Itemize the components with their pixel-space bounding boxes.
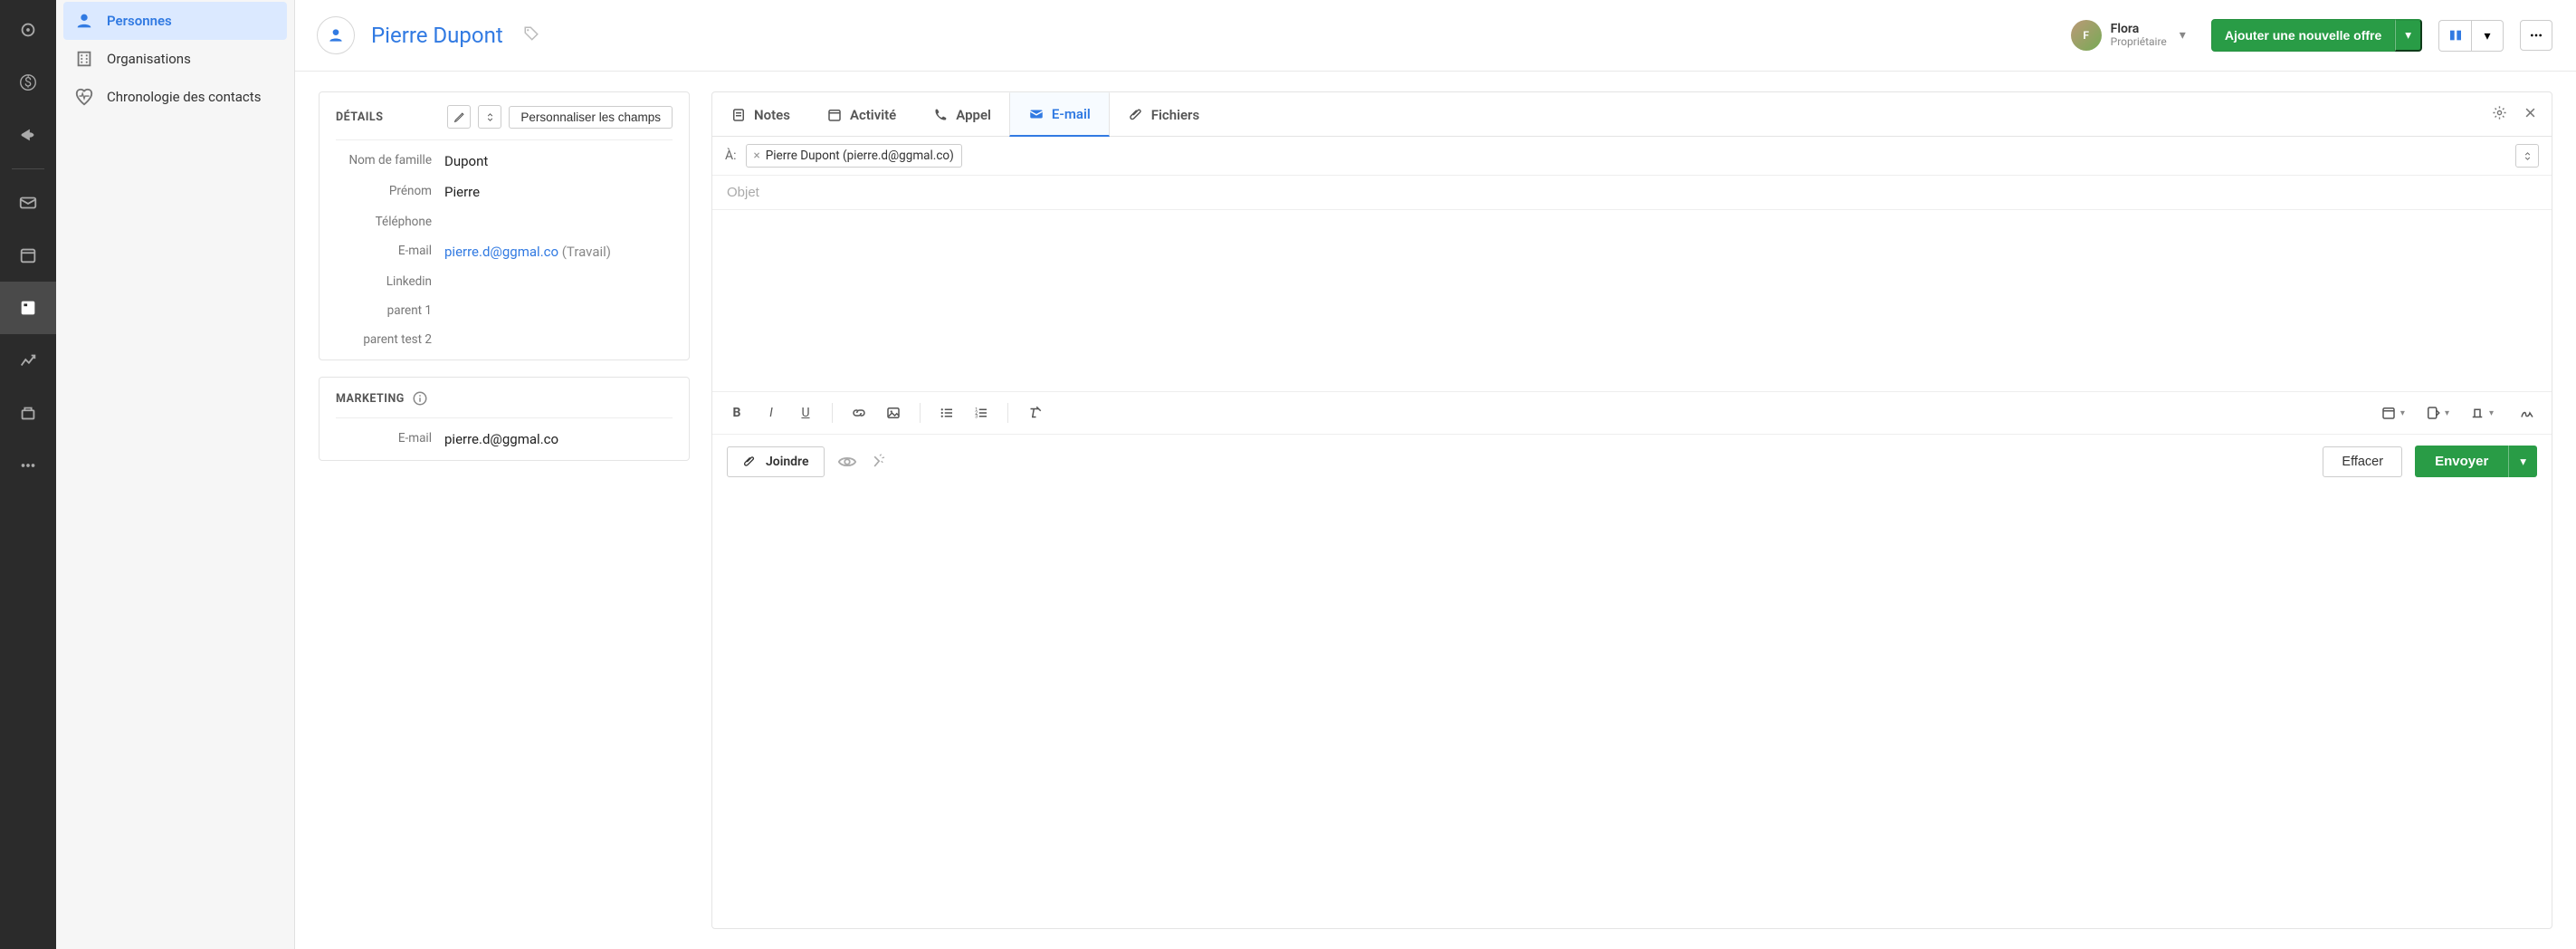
email-to-row: À: × Pierre Dupont (pierre.d@ggmal.co)	[712, 137, 2552, 176]
send-dropdown-button[interactable]: ▾	[2508, 446, 2537, 477]
settings-icon[interactable]	[2492, 105, 2507, 124]
tracking-icon[interactable]	[870, 452, 890, 472]
tab-files[interactable]: Fichiers	[1110, 92, 1217, 136]
owner-avatar: F	[2071, 20, 2102, 51]
person-header: Pierre Dupont F Flora Propriétaire ▾ Ajo…	[295, 0, 2576, 72]
mail-icon	[1028, 106, 1045, 122]
edit-details-button[interactable]	[447, 105, 471, 129]
rail-leads-icon[interactable]	[0, 4, 56, 56]
attach-button[interactable]: Joindre	[727, 446, 825, 477]
sidebar-item-label: Personnes	[107, 13, 172, 29]
sidebar: Personnes Organisations Chronologie des …	[56, 0, 295, 949]
calendar-icon	[826, 107, 843, 123]
paperclip-icon	[1128, 107, 1144, 123]
field-lastname: Nom de famille Dupont	[320, 146, 689, 177]
building-icon	[74, 49, 94, 69]
details-panel: DÉTAILS Personnaliser les champs Nom de …	[319, 91, 690, 360]
ordered-list-button[interactable]: 123	[968, 399, 995, 427]
remove-recipient-icon[interactable]: ×	[754, 149, 760, 163]
tag-icon[interactable]	[523, 25, 539, 45]
field-email: E-mail pierre.d@ggmal.co (Travail)	[320, 236, 689, 267]
field-firstname: Prénom Pierre	[320, 177, 689, 207]
underline-button[interactable]: U	[792, 399, 819, 427]
heartbeat-icon	[74, 87, 94, 107]
details-title: DÉTAILS	[336, 110, 383, 124]
format-toolbar: B I U 123	[712, 391, 2552, 434]
icon-rail: $	[0, 0, 56, 949]
more-actions-button[interactable]	[2520, 20, 2552, 51]
svg-text:$: $	[24, 74, 32, 91]
activity-panel: Notes Activité Appel E-mail	[711, 91, 2552, 929]
owner-selector[interactable]: F Flora Propriétaire ▾	[2071, 20, 2186, 51]
rail-mail-icon[interactable]	[0, 177, 56, 229]
recipient-chip[interactable]: × Pierre Dupont (pierre.d@ggmal.co)	[746, 144, 962, 168]
expand-recipients-button[interactable]	[2515, 144, 2539, 168]
recipient-text: Pierre Dupont (pierre.d@ggmal.co)	[766, 149, 954, 163]
person-icon	[74, 11, 94, 31]
sidebar-item-organizations[interactable]: Organisations	[63, 40, 287, 78]
font-button[interactable]: ▾	[2469, 405, 2494, 421]
signature-button[interactable]	[2514, 399, 2541, 427]
customize-fields-button[interactable]: Personnaliser les champs	[509, 106, 673, 129]
sidebar-item-label: Chronologie des contacts	[107, 89, 261, 105]
bullet-list-button[interactable]	[933, 399, 960, 427]
add-deal-dropdown-button[interactable]: ▾	[2395, 19, 2422, 52]
field-phone: Téléphone	[320, 207, 689, 236]
add-deal-button[interactable]: Ajouter une nouvelle offre	[2211, 19, 2395, 52]
tab-activity[interactable]: Activité	[808, 92, 914, 136]
rail-campaigns-icon[interactable]	[0, 109, 56, 161]
rail-deals-icon[interactable]: $	[0, 56, 56, 109]
schedule-button[interactable]: ▾	[2380, 405, 2405, 421]
layout-dropdown-button[interactable]: ▾	[2471, 20, 2504, 52]
rail-contacts-icon[interactable]	[0, 282, 56, 334]
tab-call[interactable]: Appel	[914, 92, 1009, 136]
field-parent1: parent 1	[320, 296, 689, 325]
marketing-title: MARKETING	[336, 392, 405, 406]
phone-icon	[932, 107, 949, 123]
compose-footer: Joindre Effacer Envoyer ▾	[712, 434, 2552, 488]
paperclip-icon	[742, 455, 757, 469]
subject-row	[712, 176, 2552, 210]
send-button[interactable]: Envoyer	[2415, 446, 2508, 477]
layout-columns-button[interactable]	[2438, 20, 2471, 52]
person-avatar	[317, 16, 355, 54]
rail-calendar-icon[interactable]	[0, 229, 56, 282]
field-parent-test-2: parent test 2	[320, 325, 689, 359]
page-title[interactable]: Pierre Dupont	[371, 23, 503, 48]
sidebar-item-label: Organisations	[107, 51, 191, 67]
tab-email[interactable]: E-mail	[1009, 92, 1110, 137]
field-email-link: pierre.d@ggmal.co	[444, 244, 558, 260]
italic-button[interactable]: I	[758, 399, 785, 427]
owner-role: Propriétaire	[2111, 36, 2167, 49]
marketing-panel: MARKETING E-mail pierre.d@ggmal.co	[319, 377, 690, 461]
field-email-type: (Travail)	[562, 244, 611, 260]
info-icon[interactable]	[412, 390, 428, 407]
sidebar-item-timeline[interactable]: Chronologie des contacts	[63, 78, 287, 116]
rail-insights-icon[interactable]	[0, 334, 56, 387]
clear-format-button[interactable]	[1021, 399, 1048, 427]
owner-name: Flora	[2111, 22, 2167, 36]
link-button[interactable]	[845, 399, 873, 427]
note-icon	[730, 107, 747, 123]
marketing-field-email: E-mail pierre.d@ggmal.co	[320, 424, 689, 460]
image-button[interactable]	[880, 399, 907, 427]
subject-input[interactable]	[727, 185, 2537, 200]
rail-products-icon[interactable]	[0, 387, 56, 439]
chevron-down-icon: ▾	[2180, 28, 2186, 43]
bold-button[interactable]: B	[723, 399, 750, 427]
template-button[interactable]: ▾	[2425, 405, 2449, 421]
field-linkedin: Linkedin	[320, 267, 689, 296]
close-icon[interactable]	[2524, 106, 2537, 123]
reorder-details-button[interactable]	[478, 105, 501, 129]
tab-notes[interactable]: Notes	[712, 92, 808, 136]
to-label: À:	[725, 149, 737, 163]
sidebar-item-people[interactable]: Personnes	[63, 2, 287, 40]
activity-tabs: Notes Activité Appel E-mail	[712, 92, 2552, 137]
visibility-icon[interactable]	[837, 452, 857, 472]
email-body-editor[interactable]	[712, 210, 2552, 391]
clear-button[interactable]: Effacer	[2323, 446, 2402, 477]
svg-text:3: 3	[975, 414, 978, 419]
rail-more-icon[interactable]	[0, 439, 56, 492]
